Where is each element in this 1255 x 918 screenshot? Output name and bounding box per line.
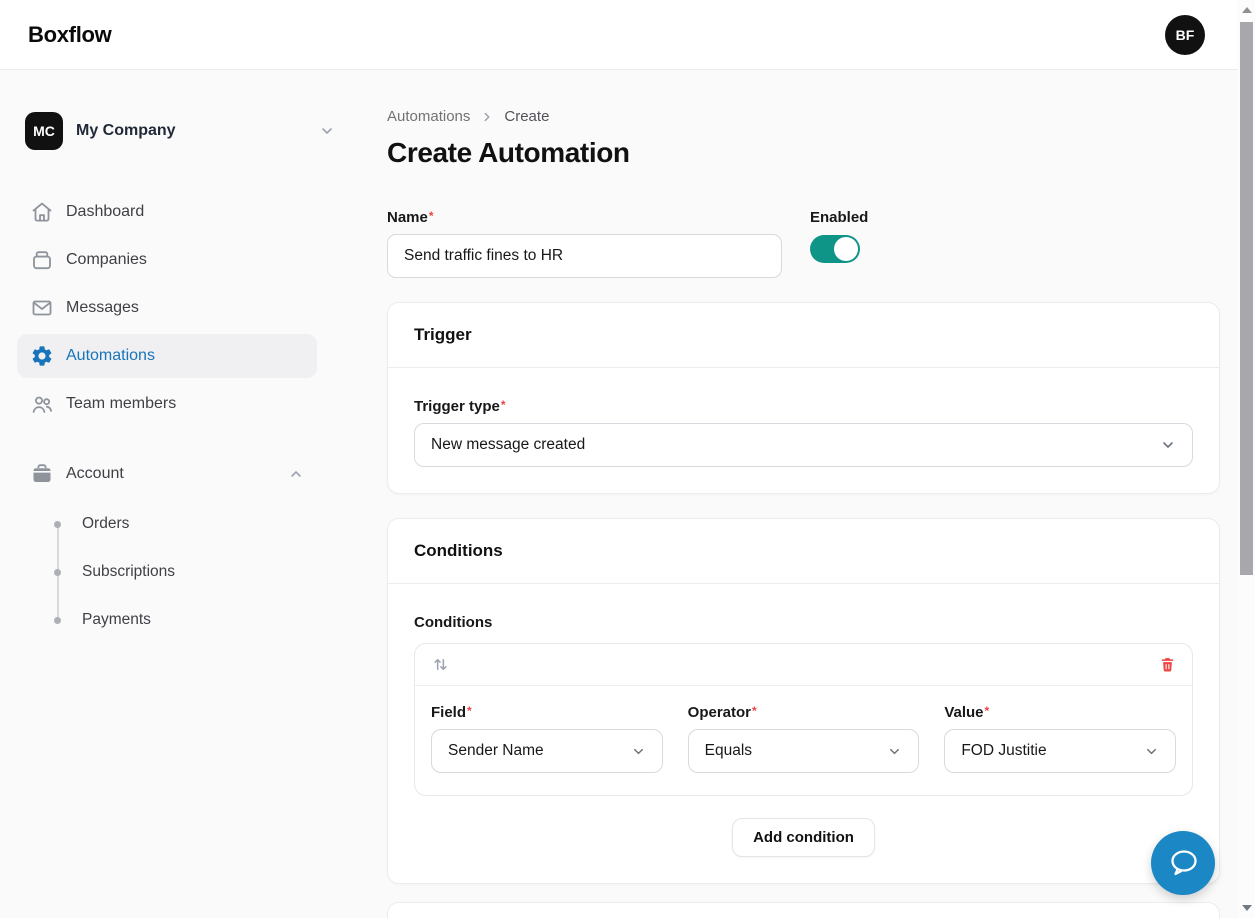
conditions-list-label: Conditions: [414, 614, 1193, 631]
add-condition-button[interactable]: Add condition: [732, 818, 875, 857]
sidebar-nav: Dashboard Companies Messages Automations: [17, 190, 317, 644]
companies-icon: [30, 248, 54, 272]
trigger-type-label: Trigger type*: [414, 398, 1193, 415]
name-label: Name*: [387, 209, 782, 226]
sidebar-item-label: Automations: [66, 347, 155, 365]
home-icon: [30, 200, 54, 224]
sidebar-item-label: Account: [66, 465, 124, 483]
account-sub-list: Orders Subscriptions Payments: [17, 500, 317, 644]
enabled-label: Enabled: [810, 209, 868, 226]
page-scrollbar[interactable]: [1238, 0, 1255, 918]
chat-fab-button[interactable]: [1151, 831, 1215, 895]
user-avatar[interactable]: BF: [1165, 15, 1205, 55]
operator-select[interactable]: Equals: [688, 729, 920, 773]
sidebar-item-label: Team members: [66, 395, 176, 413]
required-mark: *: [752, 704, 757, 718]
sidebar-item-automations[interactable]: Automations: [17, 334, 317, 378]
sidebar-item-payments[interactable]: Payments: [17, 596, 317, 644]
required-mark: *: [501, 398, 506, 412]
value-label: Value*: [944, 704, 1176, 721]
sidebar-section-account[interactable]: Account: [17, 452, 317, 496]
sidebar-item-label: Dashboard: [66, 203, 144, 221]
conditions-card: Conditions Conditions Fiel: [387, 518, 1220, 884]
mail-icon: [30, 296, 54, 320]
trigger-card: Trigger Trigger type* New message create…: [387, 302, 1220, 494]
main-content: Automations Create Create Automation Nam…: [360, 70, 1255, 918]
sidebar-item-orders[interactable]: Orders: [17, 500, 317, 548]
operator-value: Equals: [705, 742, 752, 760]
chevron-down-icon: [319, 123, 335, 139]
company-avatar: MC: [25, 112, 63, 150]
scrollbar-thumb[interactable]: [1240, 22, 1253, 575]
scrollbar-down-arrow[interactable]: [1238, 900, 1255, 916]
sidebar-item-label: Subscriptions: [82, 563, 175, 581]
required-mark: *: [429, 209, 434, 223]
sidebar-item-subscriptions[interactable]: Subscriptions: [17, 548, 317, 596]
chevron-down-icon: [631, 744, 646, 759]
conditions-card-title: Conditions: [414, 541, 1193, 561]
users-icon: [30, 392, 54, 416]
sidebar-item-team-members[interactable]: Team members: [17, 382, 317, 426]
sort-handle-icon[interactable]: [431, 655, 450, 674]
trigger-type-select[interactable]: New message created: [414, 423, 1193, 467]
breadcrumb: Automations Create: [387, 108, 1220, 125]
chevron-down-icon: [887, 744, 902, 759]
chevron-up-icon: [288, 466, 304, 482]
chat-bubble-icon: [1166, 846, 1200, 880]
toggle-knob: [834, 237, 858, 261]
field-label: Field*: [431, 704, 663, 721]
required-mark: *: [985, 704, 990, 718]
name-input[interactable]: [387, 234, 782, 278]
conditions-card-header: Conditions: [388, 519, 1219, 584]
value-value: FOD Justitie: [961, 742, 1046, 760]
briefcase-icon: [30, 462, 54, 486]
company-switcher[interactable]: MC My Company: [25, 112, 335, 150]
company-name: My Company: [76, 122, 306, 140]
field-value: Sender Name: [448, 742, 544, 760]
delete-condition-icon[interactable]: [1159, 655, 1176, 674]
scrollbar-up-arrow[interactable]: [1238, 2, 1255, 18]
chevron-right-icon: [480, 110, 494, 124]
trigger-type-value: New message created: [431, 436, 585, 454]
chevron-down-icon: [1160, 437, 1176, 453]
field-select[interactable]: Sender Name: [431, 729, 663, 773]
breadcrumb-create[interactable]: Create: [504, 108, 549, 125]
sidebar: MC My Company Dashboard Companies: [0, 70, 360, 918]
sidebar-item-messages[interactable]: Messages: [17, 286, 317, 330]
chevron-down-icon: [1144, 744, 1159, 759]
trigger-card-title: Trigger: [414, 325, 1193, 345]
page-title: Create Automation: [387, 137, 1220, 169]
condition-item: Field* Sender Name Operator* E: [414, 643, 1193, 796]
brand-logo: Boxflow: [28, 22, 111, 48]
operator-label: Operator*: [688, 704, 920, 721]
trigger-card-header: Trigger: [388, 303, 1219, 368]
app-header: Boxflow BF: [0, 0, 1255, 70]
sidebar-item-companies[interactable]: Companies: [17, 238, 317, 282]
sidebar-item-label: Payments: [82, 611, 151, 629]
sidebar-item-label: Companies: [66, 251, 147, 269]
required-mark: *: [467, 704, 472, 718]
sidebar-item-dashboard[interactable]: Dashboard: [17, 190, 317, 234]
enabled-toggle[interactable]: [810, 235, 860, 263]
sidebar-item-label: Orders: [82, 515, 129, 533]
value-select[interactable]: FOD Justitie: [944, 729, 1176, 773]
sidebar-item-label: Messages: [66, 299, 139, 317]
next-card-sliver: [387, 902, 1220, 918]
breadcrumb-automations-link[interactable]: Automations: [387, 108, 470, 125]
gear-icon: [30, 344, 54, 368]
